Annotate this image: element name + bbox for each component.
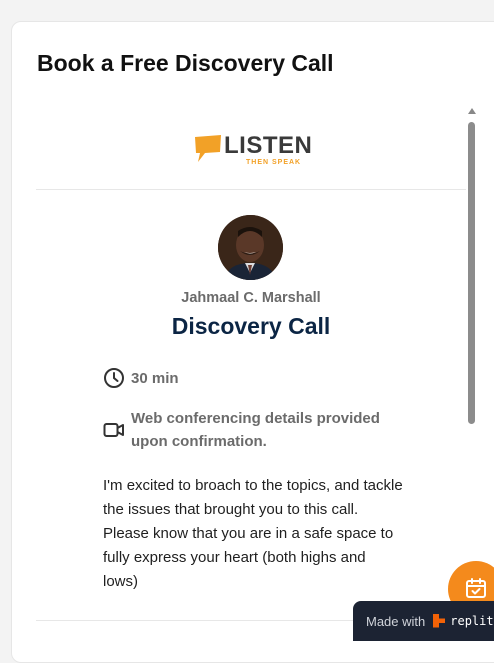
calendar-check-icon bbox=[466, 578, 486, 598]
divider bbox=[36, 189, 466, 190]
replit-logo-icon bbox=[433, 614, 446, 628]
logo-word: LISTEN bbox=[224, 132, 313, 159]
made-with-label: Made with bbox=[366, 613, 426, 629]
speech-bubble-icon bbox=[195, 135, 221, 162]
video-camera-icon bbox=[103, 423, 124, 437]
host-name: Jahmaal C. Marshall bbox=[181, 290, 321, 306]
page-title: Book a Free Discovery Call bbox=[37, 50, 334, 76]
location-row: Web conferencing details provided upon c… bbox=[103, 407, 396, 453]
booking-card: Book a Free Discovery Call LISTEN THEN S… bbox=[11, 21, 494, 663]
event-description: I'm excited to broach to the topics, and… bbox=[103, 477, 403, 590]
duration-row: 30 min bbox=[103, 367, 179, 390]
clock-icon bbox=[104, 368, 124, 388]
duration-text: 30 min bbox=[131, 370, 179, 387]
event-title: Discovery Call bbox=[171, 313, 331, 339]
scroll-up-arrow[interactable] bbox=[468, 108, 476, 114]
listen-logo: LISTEN THEN SPEAK bbox=[194, 132, 314, 176]
scroll-thumb[interactable] bbox=[468, 122, 475, 424]
made-with-replit-badge[interactable]: Made with replit bbox=[353, 601, 494, 641]
logo-tagline: THEN SPEAK bbox=[246, 159, 302, 166]
scrollbar[interactable] bbox=[466, 104, 478, 624]
location-text: Web conferencing details provided upon c… bbox=[131, 410, 380, 450]
avatar bbox=[218, 215, 283, 280]
replit-wordmark: replit bbox=[450, 614, 494, 628]
